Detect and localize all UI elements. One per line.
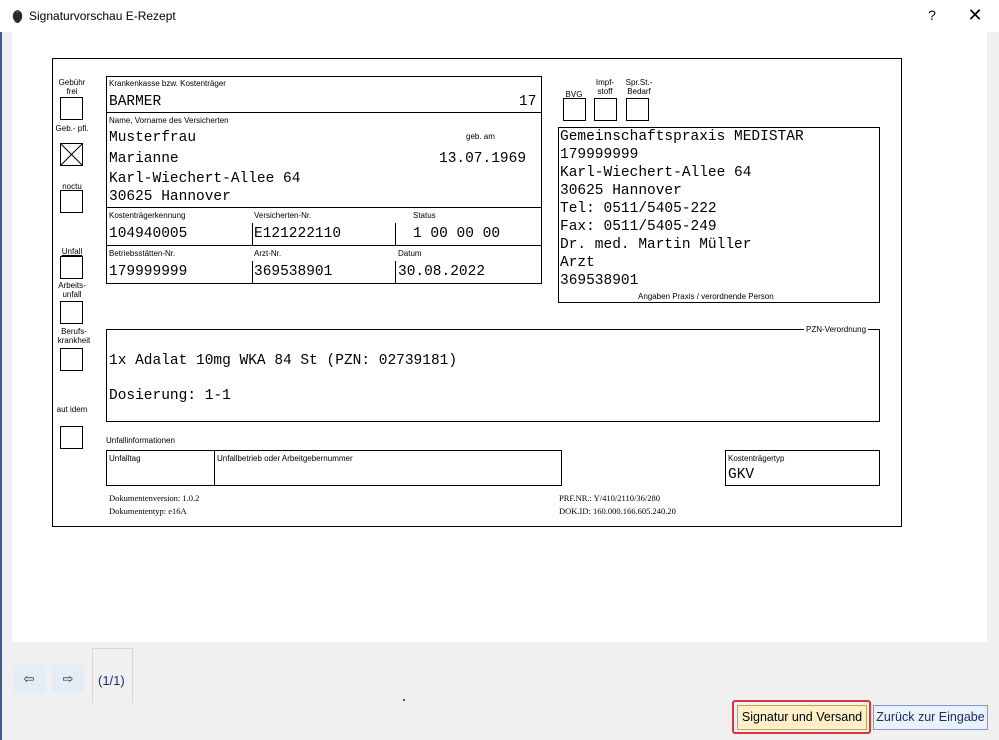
help-button[interactable]: ? [922,4,942,26]
unfall-label: Unfall [61,247,83,256]
status-value: 1 00 00 00 [413,226,501,242]
divider [106,207,542,208]
bsnr-value: 179999999 [109,264,188,280]
doc-type: Dokumententyp: e16A [109,506,187,516]
prescription-form: Gebühr frei Geb.- pfl. noctu Unfall Arbe… [52,58,902,527]
insurer-number: 17 [519,94,537,110]
gebuehr-frei-checkbox[interactable] [60,97,83,120]
checked-x-icon [60,143,83,166]
prescription-block [106,329,880,422]
versicherten-value: E121222110 [254,226,342,242]
divider [214,450,215,486]
status-label: Status [413,211,436,220]
app-logo-icon [12,10,23,23]
preview-panel: Gebühr frei Geb.- pfl. noctu Unfall Arbe… [12,32,987,642]
dosage-line: Dosierung: 1-1 [109,388,231,404]
geb-pfl-checkbox[interactable] [60,143,83,166]
arbeitsunfall-checkbox[interactable] [60,301,83,324]
bsnr-label: Betriebsstätten-Nr. [109,249,176,258]
practice-street: Karl-Wiechert-Allee 64 [560,165,752,181]
unfall-checkbox[interactable] [60,256,83,279]
patient-firstname: Marianne [109,151,179,167]
lanr-value: 369538901 [254,264,333,280]
dob-label: geb. am [466,132,495,141]
arrow-left-icon: ⇦ [23,671,35,686]
spr-st-bedarf-checkbox[interactable] [626,98,649,121]
kostentraeger-value: 104940005 [109,226,188,242]
practice-city: 30625 Hannover [560,183,682,199]
patient-lastname: Musterfrau [109,130,197,146]
datum-label: Datum [398,249,422,258]
practice-lanr: 369538901 [560,273,639,289]
berufskrankheit-label: Berufs- krankheit [57,327,91,345]
prf-number: PRF.NR.: Y/410/2110/36/280 [559,493,660,503]
practice-name: Gemeinschaftspraxis MEDISTAR [560,129,804,145]
page-indicator: (1/1) [98,673,125,688]
divider [106,245,542,246]
back-to-input-button[interactable]: Zurück zur Eingabe [873,705,988,730]
lanr-label: Arzt-Nr. [254,249,282,258]
doc-version: Dokumentenversion: 1.0.2 [109,493,200,503]
kostentraegertyp-label: Kostenträgertyp [728,454,785,463]
patient-street: Karl-Wiechert-Allee 64 [109,171,301,187]
insurer-value: BARMER [109,94,162,110]
close-button[interactable]: ✕ [962,4,988,26]
practice-tel: Tel: 0511/5405-222 [560,201,717,217]
patient-dob: 13.07.1969 [439,151,527,167]
prescription-label: PZN-Verordnung [804,325,869,334]
divider [106,112,542,113]
divider [252,223,253,245]
patient-name-label: Name, Vorname des Versicherten [109,116,229,125]
kostentraegertyp-value: GKV [728,467,755,483]
aut-idem-checkbox[interactable] [60,426,83,449]
accident-title: Unfallinformationen [106,436,175,445]
prescription-line: 1x Adalat 10mg WKA 84 St (PZN: 02739181) [109,353,458,369]
practice-bsnr: 179999999 [560,147,639,163]
separator-dot [403,699,405,701]
datum-value: 30.08.2022 [398,264,486,280]
aut-idem-label: aut idem [56,405,88,414]
window-title: Signaturvorschau E-Rezept [29,9,176,23]
unfallbetrieb-label: Unfallbetrieb oder Arbeitgebernummer [217,454,353,463]
practice-role: Arzt [560,255,595,271]
patient-city: 30625 Hannover [109,189,231,205]
window-edge [0,32,2,740]
next-page-button[interactable]: ⇨ [52,665,84,693]
arrow-right-icon: ⇨ [62,671,74,686]
practice-fax: Fax: 0511/5405-249 [560,219,717,235]
spr-st-bedarf-label: Spr.St.- Bedarf [625,78,653,96]
title-bar: Signaturvorschau E-Rezept ? ✕ [0,0,999,32]
berufskrankheit-checkbox[interactable] [60,348,83,371]
previous-page-button[interactable]: ⇦ [13,665,45,693]
noctu-checkbox[interactable] [60,190,83,213]
arbeitsunfall-label: Arbeits- unfall [58,281,86,299]
practice-doctor: Dr. med. Martin Müller [560,237,752,253]
insurer-label: Krankenkasse bzw. Kostenträger [109,79,226,88]
impfstoff-label: Impf- stoff [595,78,615,96]
kostentraeger-label: Kostenträgerkennung [109,211,186,220]
gebuehr-frei-label: Gebühr frei [58,78,86,96]
practice-caption: Angaben Praxis / verordnende Person [638,292,774,301]
impfstoff-checkbox[interactable] [594,98,617,121]
divider [395,223,396,245]
sign-and-send-button[interactable]: Signatur und Versand [737,705,867,730]
divider [252,261,253,284]
unfalltag-label: Unfalltag [109,454,141,463]
geb-pfl-label: Geb.- pfl. [55,124,89,133]
divider [395,261,396,284]
bvg-checkbox[interactable] [563,98,586,121]
versicherten-label: Versicherten-Nr. [254,211,312,220]
doc-id: DOK.ID: 160.000.166.605.240.20 [559,506,676,516]
